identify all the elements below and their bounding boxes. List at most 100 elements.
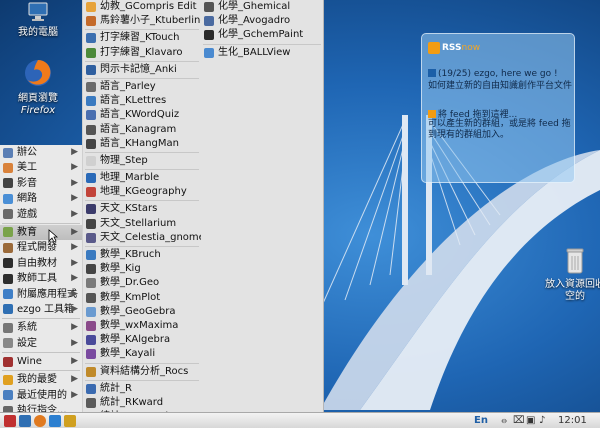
- main-menu-item-label: 教育: [17, 226, 37, 238]
- main-menu-item[interactable]: 系統 ▶: [0, 320, 82, 335]
- app-launcher-kig[interactable]: 數學_Kig: [83, 262, 201, 276]
- computer-icon: [28, 2, 48, 21]
- app-icon: [86, 250, 96, 260]
- app-launcher-celestia-gnome[interactable]: 天文_Celestia_gnome: [83, 231, 201, 245]
- app-launcher-kwordquiz[interactable]: 語言_KWordQuiz: [83, 108, 201, 122]
- desktop-icon-label-line: Firefox: [20, 105, 56, 116]
- clock[interactable]: 12:01: [558, 414, 587, 428]
- menu-separator: [2, 352, 80, 354]
- main-menu-item[interactable]: 設定 ▶: [0, 336, 82, 351]
- app-launcher-kmplot[interactable]: 數學_KmPlot: [83, 291, 201, 305]
- app-launcher-geogebra[interactable]: 數學_GeoGebra: [83, 305, 201, 319]
- desktop-icon-my-computer[interactable]: 我的電腦: [3, 2, 73, 39]
- main-menu-item[interactable]: Wine ▶: [0, 354, 82, 369]
- keyboard-layout-indicator[interactable]: En: [474, 414, 488, 428]
- main-menu-item[interactable]: 自由教材 ▶: [0, 256, 82, 271]
- app-launcher-label: 幼教_GCompris Edit: [100, 1, 197, 12]
- app-launcher-label: 天文_Stellarium: [100, 217, 177, 229]
- app-launcher-label: 數學_GeoGebra: [100, 305, 176, 317]
- app-launcher-ktouch[interactable]: 打字練習_KTouch: [83, 31, 201, 45]
- main-menu-item-label: 美工: [17, 162, 37, 174]
- app-launcher-rkward[interactable]: 統計_RKward: [83, 396, 201, 410]
- menu-separator: [85, 362, 199, 364]
- app-launcher-dr-geo[interactable]: 數學_Dr.Geo: [83, 276, 201, 290]
- app-launcher-gcompris-edit[interactable]: 幼教_GCompris Edit: [83, 0, 201, 14]
- app-launcher-ballview[interactable]: 生化_BALLView: [201, 46, 323, 60]
- rss-logo: RSSnow: [442, 43, 481, 53]
- app-launcher-kbruch[interactable]: 數學_KBruch: [83, 248, 201, 262]
- main-menu-item[interactable]: 最近使用的 ▶: [0, 388, 82, 403]
- app-launcher-ktuberling[interactable]: 馬鈴薯小子_Ktuberling: [83, 14, 201, 28]
- app-launcher-label: 打字練習_Klavaro: [100, 46, 183, 58]
- main-menu-item[interactable]: 遊戲 ▶: [0, 207, 82, 222]
- main-menu-item[interactable]: 附屬應用程式 ▶: [0, 287, 82, 302]
- taskbar-logout-icon[interactable]: [4, 415, 16, 427]
- main-menu-item-label: ezgo 工具箱: [17, 303, 75, 315]
- system-tray-icon[interactable]: ⦵: [500, 414, 508, 428]
- app-launcher-step[interactable]: 物理_Step: [83, 154, 201, 168]
- main-menu-item[interactable]: 網路 ▶: [0, 191, 82, 206]
- app-launcher-khangman[interactable]: 語言_KHangMan: [83, 137, 201, 151]
- app-launcher-klavaro[interactable]: 打字練習_Klavaro: [83, 46, 201, 60]
- app-launcher-ghemical[interactable]: 化學_Ghemical: [201, 0, 323, 14]
- menu-category-icon: [3, 356, 13, 367]
- main-menu-item[interactable]: 美工 ▶: [0, 160, 82, 175]
- app-launcher-rocs[interactable]: 資料結構分析_Rocs: [83, 365, 201, 379]
- main-menu-item-label: 附屬應用程式: [17, 288, 77, 300]
- menu-category-icon: [3, 338, 13, 349]
- system-tray-icon[interactable]: ▣: [526, 414, 535, 428]
- app-launcher-marble[interactable]: 地理_Marble: [83, 171, 201, 185]
- main-menu-item[interactable]: ezgo 工具箱 ▶: [0, 302, 82, 317]
- app-icon: [86, 2, 96, 12]
- taskbar-firefox-icon[interactable]: [34, 415, 46, 427]
- system-tray-icon[interactable]: ♪: [539, 414, 545, 428]
- main-menu-item-label: 程式開發: [17, 242, 57, 254]
- menu-separator: [85, 29, 199, 31]
- trash-label: 放入資源回收空的: [545, 279, 600, 302]
- main-menu-item-label: Wine: [17, 356, 42, 368]
- app-launcher-label: 物理_Step: [100, 154, 148, 166]
- system-tray-icon[interactable]: ⌧: [513, 414, 525, 428]
- app-launcher-kstars[interactable]: 天文_KStars: [83, 202, 201, 216]
- main-menu-item[interactable]: 教育 ▶: [0, 224, 82, 241]
- app-launcher-label: 生化_BALLView: [218, 46, 291, 58]
- main-menu-item-label: 辦公: [17, 147, 37, 158]
- app-launcher-label: 數學_KmPlot: [100, 291, 161, 303]
- taskbar-browser-icon[interactable]: [49, 415, 61, 427]
- app-launcher-klettres[interactable]: 語言_KLettres: [83, 94, 201, 108]
- app-launcher-wxmaxima[interactable]: 數學_wxMaxima: [83, 319, 201, 333]
- menu-category-icon: [3, 258, 13, 269]
- app-icon: [86, 264, 96, 275]
- app-launcher-gchempaint[interactable]: 化學_GchemPaint: [201, 28, 323, 42]
- submenu-arrow-icon: ▶: [71, 273, 78, 284]
- app-launcher-kalgebra[interactable]: 數學_KAlgebra: [83, 333, 201, 347]
- submenu-arrow-icon: ▶: [71, 374, 78, 385]
- main-menu-item[interactable]: 影音 ▶: [0, 176, 82, 191]
- app-launcher-label: 地理_Marble: [100, 172, 160, 184]
- app-launcher-stellarium[interactable]: 天文_Stellarium: [83, 217, 201, 231]
- feed-icon: [428, 110, 436, 118]
- desktop-icon-firefox[interactable]: 網頁瀏覽 Firefox: [3, 58, 73, 117]
- app-launcher-kanagram[interactable]: 語言_Kanagram: [83, 123, 201, 137]
- rss-entry-title[interactable]: (19/25) ezgo, here we go !: [428, 69, 572, 79]
- app-launcher-kayali[interactable]: 數學_Kayali: [83, 347, 201, 361]
- app-launcher-avogadro[interactable]: 化學_Avogadro: [201, 14, 323, 28]
- main-menu-item[interactable]: 辦公 ▶: [0, 145, 82, 160]
- app-launcher-anki[interactable]: 閃示卡記憶_Anki: [83, 63, 201, 77]
- main-menu-item-label: 自由教材: [17, 257, 57, 269]
- main-menu-item[interactable]: 教師工具 ▶: [0, 271, 82, 286]
- app-launcher-kgeography[interactable]: 地理_KGeography: [83, 185, 201, 199]
- taskbar-folder-icon[interactable]: [64, 415, 76, 427]
- main-menu-item[interactable]: 我的最愛 ▶: [0, 372, 82, 387]
- app-icon: [86, 204, 96, 215]
- app-launcher-parley[interactable]: 語言_Parley: [83, 80, 201, 94]
- taskbar-ezgo-menu-icon[interactable]: [19, 415, 31, 427]
- main-menu-item[interactable]: 程式開發 ▶: [0, 240, 82, 255]
- rss-widget: RSSnow (19/25) ezgo, here we go ! 如何建立新的…: [421, 33, 575, 183]
- app-launcher-r[interactable]: 統計_R: [83, 382, 201, 396]
- firefox-icon: [25, 60, 51, 86]
- submenu-arrow-icon: ▶: [71, 356, 78, 367]
- app-icon: [86, 155, 96, 166]
- submenu-arrow-icon: ▶: [71, 242, 78, 253]
- desktop-icon-trash[interactable]: 放入資源回收空的: [540, 248, 600, 303]
